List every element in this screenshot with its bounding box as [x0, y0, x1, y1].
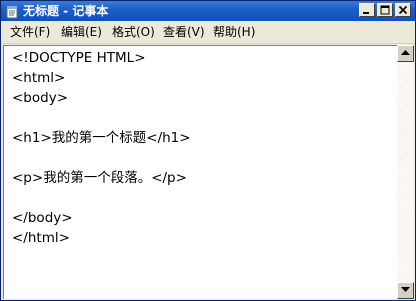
menu-view[interactable]: 查看(V): [163, 25, 205, 39]
editor-content[interactable]: <!DOCTYPE HTML> <html> <body> <h1>我的第一个标…: [12, 48, 191, 248]
minimize-icon: [363, 12, 369, 14]
notepad-window: 无标题 - 记事本 文件(F) 编辑(E) 格式(O) 查看(V) 帮助(H) …: [0, 0, 416, 301]
window-controls: [359, 3, 411, 19]
menu-help[interactable]: 帮助(H): [213, 25, 255, 39]
menu-edit[interactable]: 编辑(E): [61, 25, 102, 39]
maximize-button[interactable]: [377, 3, 393, 17]
minimize-button[interactable]: [359, 3, 375, 17]
maximize-icon: [380, 5, 390, 15]
close-button[interactable]: [395, 3, 411, 17]
arrow-down-icon: [401, 287, 410, 292]
title-bar[interactable]: 无标题 - 记事本: [1, 1, 415, 21]
text-editor[interactable]: <!DOCTYPE HTML> <html> <body> <h1>我的第一个标…: [3, 45, 397, 299]
scroll-up-button[interactable]: [397, 45, 414, 62]
notepad-icon[interactable]: [5, 4, 19, 19]
scroll-down-button[interactable]: [397, 282, 414, 299]
arrow-up-icon: [401, 50, 410, 55]
menu-bar: 文件(F) 编辑(E) 格式(O) 查看(V) 帮助(H): [1, 21, 415, 44]
window-title: 无标题 - 记事本: [23, 4, 109, 18]
menu-file[interactable]: 文件(F): [10, 25, 50, 39]
menu-format[interactable]: 格式(O): [112, 25, 155, 39]
vertical-scrollbar[interactable]: [397, 45, 414, 299]
close-icon: [398, 5, 408, 15]
